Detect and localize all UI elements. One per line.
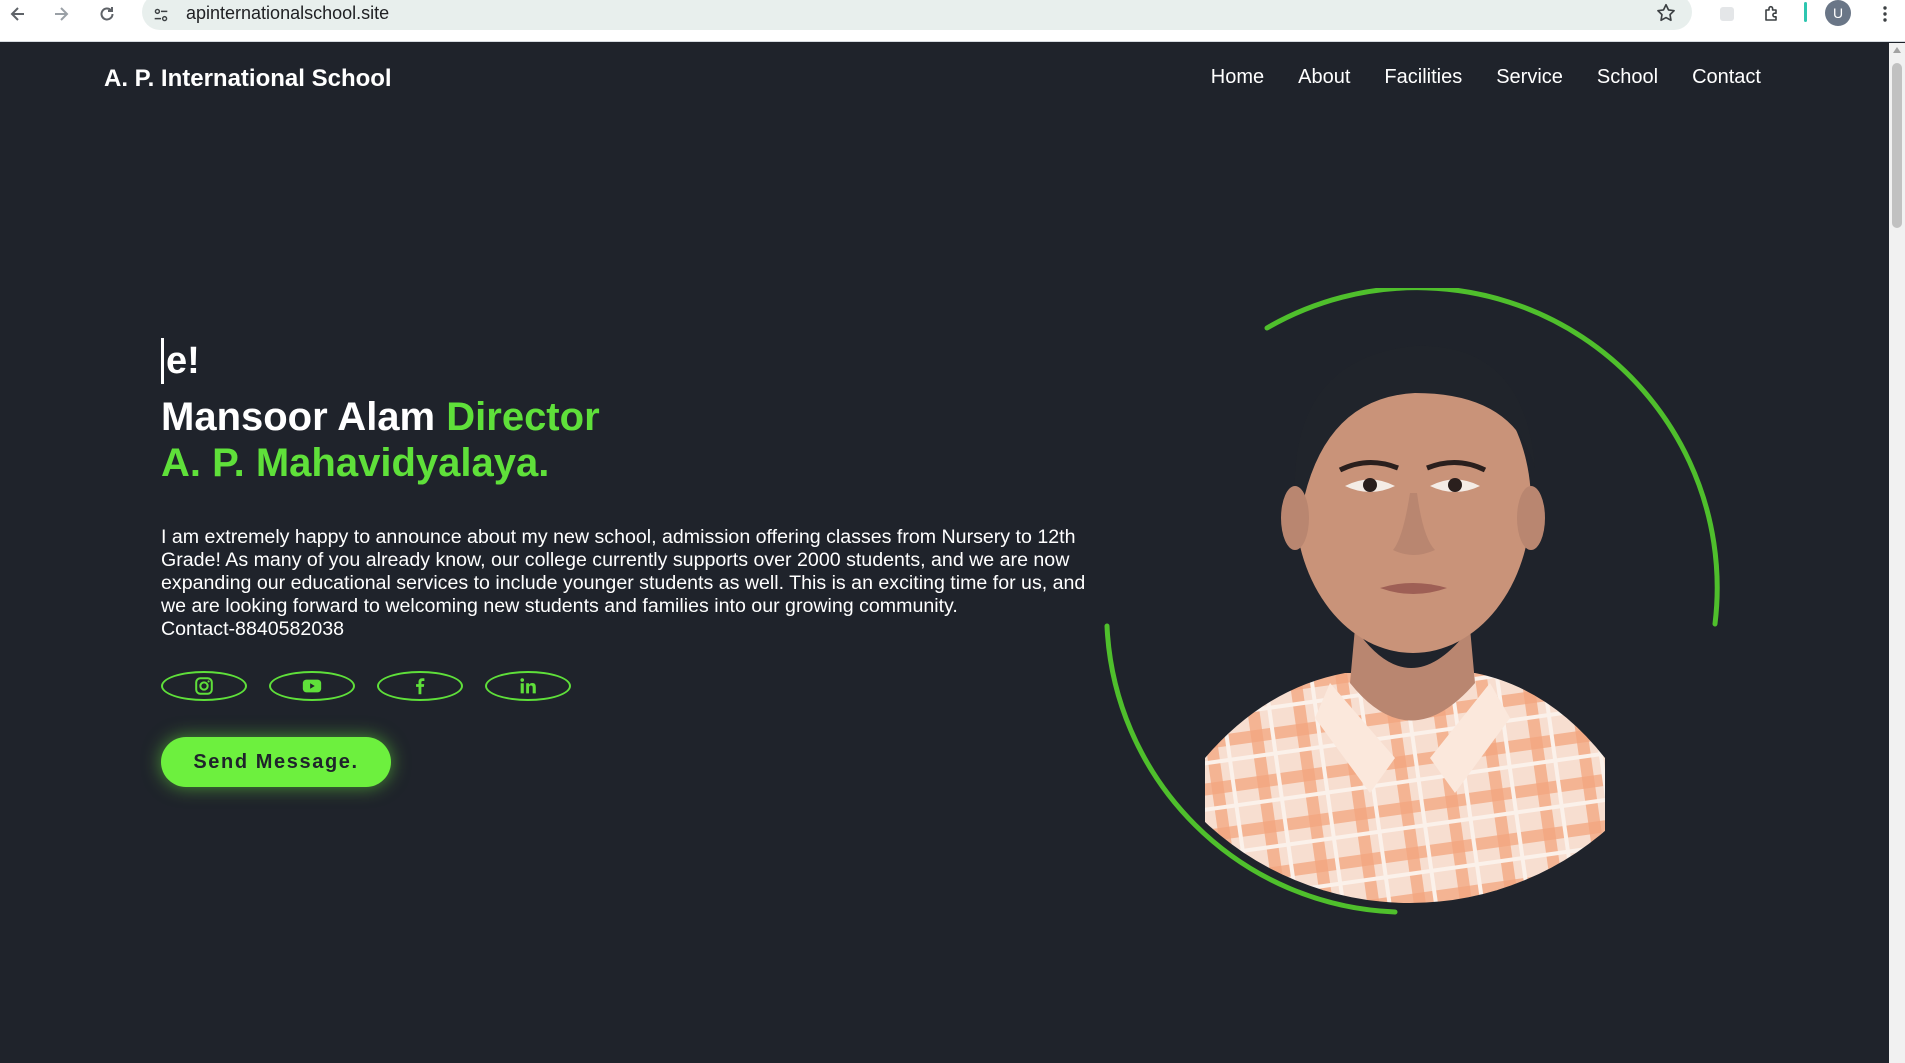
toolbar-separator bbox=[1804, 2, 1807, 22]
scroll-up-arrow-icon[interactable] bbox=[1893, 47, 1901, 53]
nav-service[interactable]: Service bbox=[1496, 66, 1563, 89]
linkedin-link[interactable] bbox=[485, 671, 571, 701]
reload-icon[interactable] bbox=[90, 0, 124, 28]
nav-contact[interactable]: Contact bbox=[1692, 66, 1761, 89]
nav-home[interactable]: Home bbox=[1211, 66, 1264, 89]
browser-toolbar: apinternationalschool.site U bbox=[0, 0, 1905, 42]
facebook-icon bbox=[416, 678, 425, 695]
nav-facilities[interactable]: Facilities bbox=[1384, 66, 1462, 89]
scroll-thumb[interactable] bbox=[1892, 63, 1902, 228]
puzzle-icon[interactable] bbox=[1755, 0, 1789, 28]
extension-icon[interactable] bbox=[1710, 0, 1744, 28]
contact-text: Contact-8840582038 bbox=[161, 618, 345, 640]
page-content: A. P. International School Home About Fa… bbox=[0, 43, 1889, 1063]
typed-greeting: e! bbox=[161, 338, 1121, 384]
profile-avatar[interactable]: U bbox=[1825, 0, 1851, 26]
send-message-button[interactable]: Send Message. bbox=[161, 737, 391, 787]
back-arrow-icon[interactable] bbox=[1, 0, 35, 28]
main-nav: Home About Facilities Service School Con… bbox=[1211, 66, 1761, 89]
portrait bbox=[1095, 285, 1735, 928]
bio-text: I am extremely happy to announce about m… bbox=[161, 526, 1086, 617]
youtube-link[interactable] bbox=[269, 671, 355, 701]
facebook-link[interactable] bbox=[377, 671, 463, 701]
bookmark-star-icon[interactable] bbox=[1654, 1, 1678, 25]
page-scrollbar[interactable] bbox=[1889, 43, 1905, 1063]
hero-headline: Mansoor Alam Director A. P. Mahavidyalay… bbox=[161, 394, 1121, 486]
linkedin-icon bbox=[520, 678, 536, 694]
bio-paragraph: I am extremely happy to announce about m… bbox=[161, 526, 1111, 641]
instagram-icon bbox=[195, 677, 213, 695]
instagram-link[interactable] bbox=[161, 671, 247, 701]
brand-logo-text[interactable]: A. P. International School bbox=[104, 65, 392, 93]
social-links bbox=[161, 671, 1121, 701]
nav-about[interactable]: About bbox=[1298, 66, 1350, 89]
youtube-icon bbox=[302, 679, 322, 693]
director-title: Director bbox=[446, 395, 600, 439]
url-text[interactable]: apinternationalschool.site bbox=[186, 3, 389, 24]
nav-school[interactable]: School bbox=[1597, 66, 1658, 89]
more-menu-icon[interactable] bbox=[1868, 0, 1902, 28]
director-name: Mansoor Alam bbox=[161, 395, 436, 439]
site-info-icon[interactable] bbox=[150, 4, 172, 26]
director-photo bbox=[1104, 285, 1720, 915]
forward-arrow-icon[interactable] bbox=[44, 0, 78, 28]
hero-text: e! Mansoor Alam Director A. P. Mahavidya… bbox=[161, 338, 1121, 787]
address-bar[interactable]: apinternationalschool.site bbox=[142, 0, 1692, 30]
institution-name: A. P. Mahavidyalaya. bbox=[161, 441, 550, 485]
